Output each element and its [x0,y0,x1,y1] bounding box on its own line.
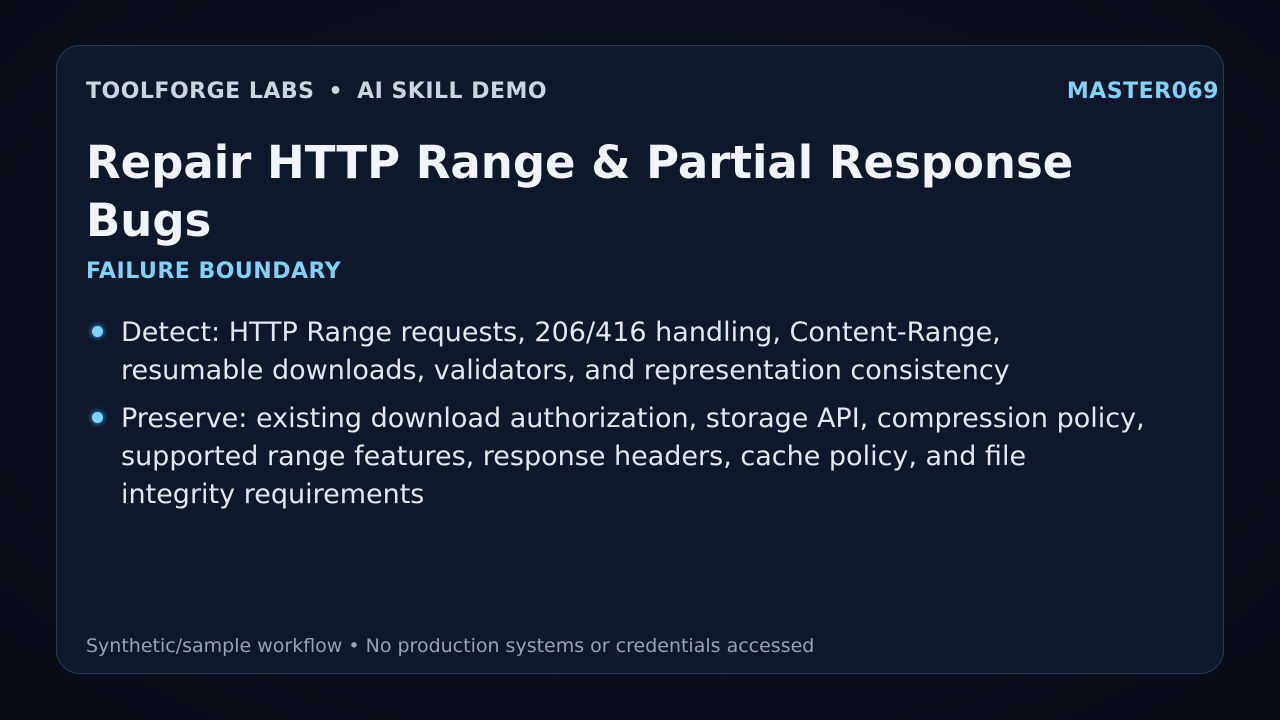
content-card: TOOLFORGE LABS • AI SKILL DEMO MASTER069 R… [56,45,1224,674]
bullet-dot-icon [92,412,103,423]
list-item: Detect: HTTP Range requests, 206/416 han… [86,314,1146,390]
bullet-dot-icon [92,326,103,337]
brand-name: TOOLFORGE LABS [86,78,315,104]
bullet-text: Preserve: existing download authorizatio… [121,403,1145,510]
bullet-text: Detect: HTTP Range requests, 206/416 han… [121,317,1010,386]
header-bar: TOOLFORGE LABS • AI SKILL DEMO MASTER069 [86,76,1219,106]
demo-code: MASTER069 [1066,78,1219,104]
bullet-list: Detect: HTTP Range requests, 206/416 han… [86,314,1146,524]
list-item: Preserve: existing download authorizatio… [86,400,1146,514]
section-label: FAILURE BOUNDARY [86,259,342,284]
footer-disclaimer: Synthetic/sample workflow • No productio… [86,635,815,657]
brand-subtitle: AI SKILL DEMO [357,78,548,104]
slide-background: TOOLFORGE LABS • AI SKILL DEMO MASTER069 R… [0,0,1280,720]
brand-separator: • [328,78,344,104]
brand-line: TOOLFORGE LABS • AI SKILL DEMO [86,79,547,104]
page-title: Repair HTTP Range & Partial Response Bug… [86,136,1074,247]
